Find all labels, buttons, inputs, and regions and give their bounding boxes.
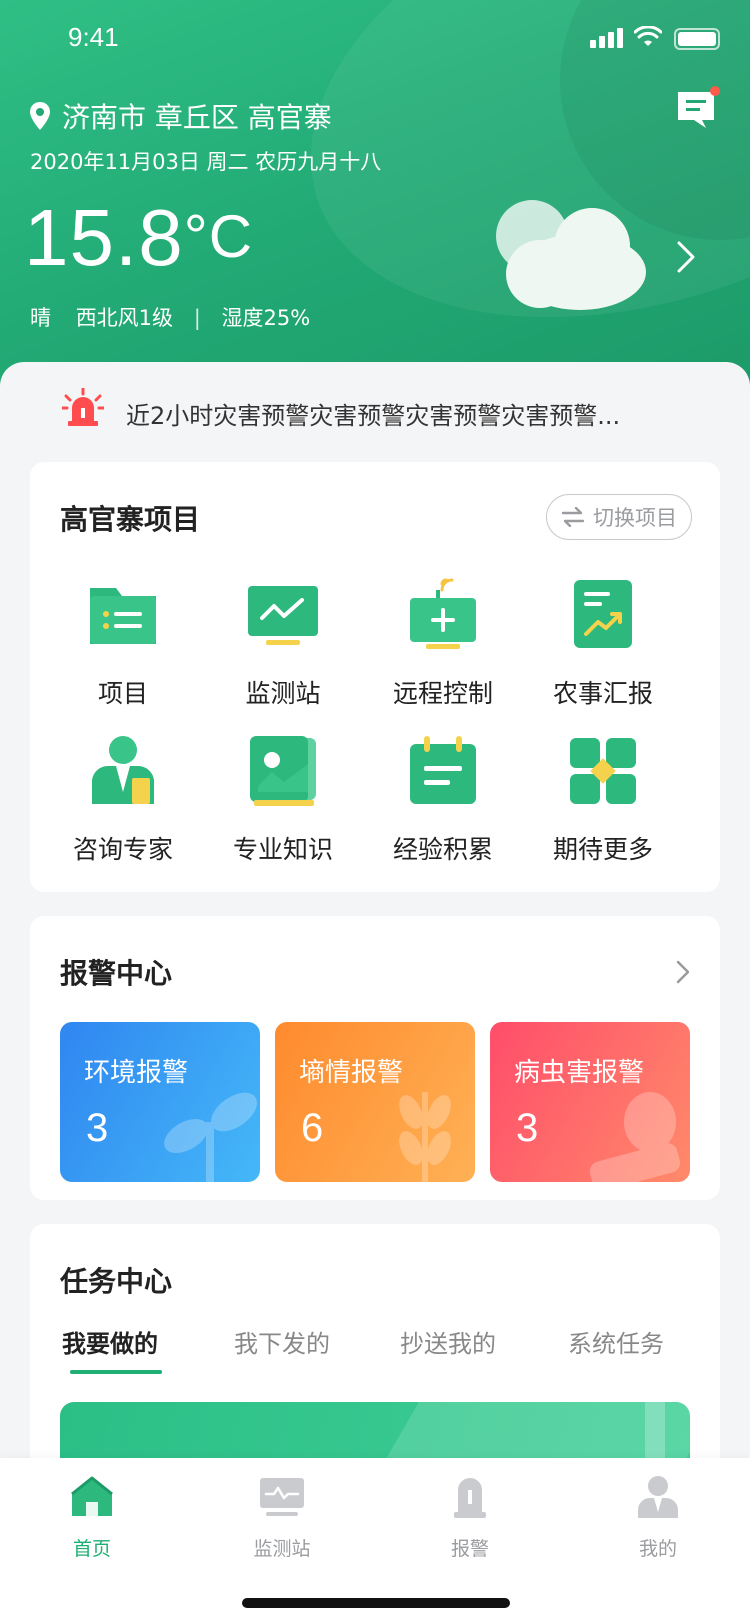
humidity-text: 湿度25% xyxy=(221,306,311,330)
task-center-title: 任务中心 xyxy=(60,1265,173,1298)
alarm-icon xyxy=(454,1478,486,1518)
alarm-count: 3 xyxy=(86,1106,109,1150)
location-pin-icon xyxy=(30,102,50,130)
project-title: 高官寨项目 xyxy=(60,503,201,536)
cloudy-weather-icon xyxy=(496,200,646,310)
temperature: 15.8°C xyxy=(24,192,253,284)
monitor-icon xyxy=(260,1478,304,1516)
bottom-tab-bar: 首页 监测站 报警 我的 xyxy=(0,1458,750,1624)
battery-icon xyxy=(674,28,720,50)
weather-details: 晴 西北风1级 | 湿度25% xyxy=(30,302,310,332)
grid-item-project[interactable]: 项目 xyxy=(48,578,198,710)
grid-item-label: 咨询专家 xyxy=(72,835,173,864)
tabbar-item-mine[interactable]: 我的 xyxy=(598,1472,718,1561)
grid-item-knowledge[interactable]: 专业知识 xyxy=(208,734,358,866)
tabbar-label: 监测站 xyxy=(253,1538,311,1560)
message-button[interactable] xyxy=(676,86,720,130)
weather-header: 9:41 济南市 章丘区 高官寨 2020年11月03日 周二 农历九月十八 1… xyxy=(0,0,750,400)
pest-alarm-card[interactable]: 病虫害报警 3 xyxy=(490,1022,690,1182)
grid-item-label: 经验积累 xyxy=(392,835,493,864)
alarm-center-card: 报警中心 环境报警 3 墒情报警 6 病虫害报警 3 xyxy=(30,916,720,1200)
location-text: 济南市 章丘区 高官寨 xyxy=(62,101,332,134)
separator: | xyxy=(193,306,201,330)
task-tabs: 我要做的 我下发的 抄送我的 系统任务 xyxy=(30,1324,720,1384)
tabbar-label: 我的 xyxy=(638,1538,677,1560)
tab-issued[interactable]: 我下发的 xyxy=(234,1324,330,1359)
date-text: 2020年11月03日 周二 农历九月十八 xyxy=(30,150,382,174)
task-center-card: 任务中心 我要做的 我下发的 抄送我的 系统任务 xyxy=(30,1224,720,1484)
environment-alarm-card[interactable]: 环境报警 3 xyxy=(60,1022,260,1182)
active-tab-indicator xyxy=(70,1370,162,1374)
home-indicator xyxy=(242,1598,510,1608)
tabbar-label: 首页 xyxy=(72,1538,111,1560)
tabbar-item-monitor[interactable]: 监测站 xyxy=(222,1472,342,1561)
wifi-icon xyxy=(634,26,662,46)
monitor-icon xyxy=(248,586,318,645)
soil-moisture-alarm-card[interactable]: 墒情报警 6 xyxy=(275,1022,475,1182)
status-time: 9:41 xyxy=(68,22,119,52)
temperature-value: 15.8 xyxy=(24,193,184,282)
grid-item-label: 远程控制 xyxy=(392,679,493,708)
status-bar: 9:41 xyxy=(0,18,750,58)
alarm-label: 环境报警 xyxy=(84,1058,189,1088)
tab-todo[interactable]: 我要做的 xyxy=(62,1324,158,1359)
wind-text: 西北风1级 xyxy=(75,306,174,330)
project-card: 高官寨项目 切换项目 项目 监测站 远程控制 农事汇报 咨询专家 专业知识 经验… xyxy=(30,462,720,892)
grid-item-consult-expert[interactable]: 咨询专家 xyxy=(48,734,198,866)
grid-item-label: 项目 xyxy=(97,679,148,708)
expert-icon xyxy=(92,736,154,804)
remote-control-icon xyxy=(410,578,476,649)
location[interactable]: 济南市 章丘区 高官寨 xyxy=(30,96,332,136)
tabbar-label: 报警 xyxy=(450,1538,489,1560)
grid-item-remote-control[interactable]: 远程控制 xyxy=(368,578,518,710)
main-content: 近2小时灾害预警灾害预警灾害预警灾害预警... 高官寨项目 切换项目 项目 监测… xyxy=(0,362,750,1484)
grid-item-label: 专业知识 xyxy=(232,835,333,864)
alarm-count: 6 xyxy=(301,1106,324,1150)
grid-more-icon xyxy=(570,738,636,804)
user-icon xyxy=(638,1476,678,1518)
alarm-center-title: 报警中心 xyxy=(60,957,173,990)
alarm-count: 3 xyxy=(516,1106,539,1150)
alarm-siren-icon xyxy=(62,388,104,426)
warning-text: 近2小时灾害预警灾害预警灾害预警灾害预警... xyxy=(126,402,621,430)
tabbar-item-home[interactable]: 首页 xyxy=(32,1472,152,1561)
message-icon xyxy=(678,92,714,128)
weather-condition: 晴 xyxy=(30,306,51,330)
book-icon xyxy=(250,736,316,806)
chevron-right-icon[interactable] xyxy=(676,240,696,274)
alarm-label: 墒情报警 xyxy=(299,1058,404,1088)
temperature-unit: °C xyxy=(183,203,254,270)
swap-icon xyxy=(561,507,585,527)
grid-item-label: 期待更多 xyxy=(552,835,653,864)
chevron-right-icon[interactable] xyxy=(676,960,690,984)
grid-item-label: 农事汇报 xyxy=(552,679,653,708)
tabbar-item-alarm[interactable]: 报警 xyxy=(410,1472,530,1561)
calendar-notes-icon xyxy=(410,736,476,804)
switch-project-button[interactable]: 切换项目 xyxy=(546,494,692,540)
signal-icon xyxy=(590,28,626,48)
grid-item-experience[interactable]: 经验积累 xyxy=(368,734,518,866)
grid-item-monitor-station[interactable]: 监测站 xyxy=(208,578,358,710)
alarm-label: 病虫害报警 xyxy=(514,1058,645,1088)
notification-dot xyxy=(710,86,720,96)
tab-system[interactable]: 系统任务 xyxy=(568,1324,664,1359)
grid-item-farm-report[interactable]: 农事汇报 xyxy=(528,578,678,710)
folder-icon xyxy=(90,588,156,644)
tab-cc[interactable]: 抄送我的 xyxy=(400,1324,496,1359)
home-icon xyxy=(71,1476,113,1516)
switch-project-label: 切换项目 xyxy=(593,506,677,530)
warning-banner[interactable]: 近2小时灾害预警灾害预警灾害预警灾害预警... xyxy=(0,362,750,462)
grid-item-more[interactable]: 期待更多 xyxy=(528,734,678,866)
report-chart-icon xyxy=(574,580,632,648)
grid-item-label: 监测站 xyxy=(245,679,321,708)
